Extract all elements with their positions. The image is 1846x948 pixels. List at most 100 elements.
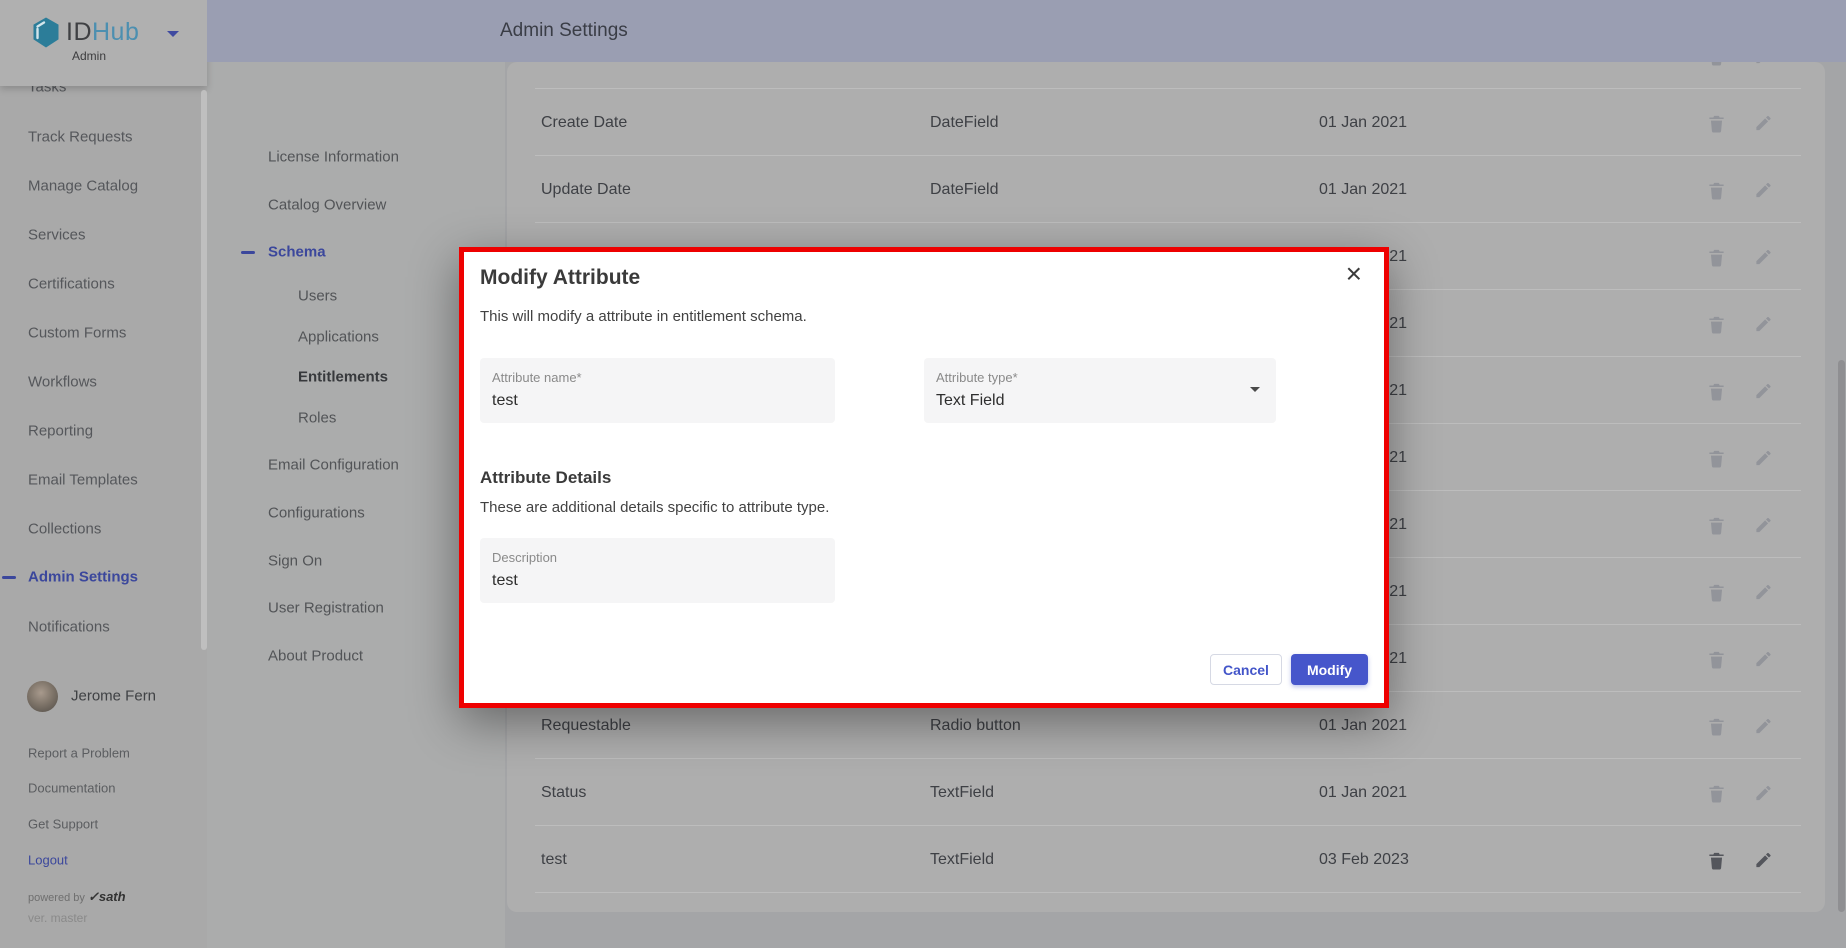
attribute-name-field[interactable]: Attribute name* test [480, 358, 835, 423]
delete-icon[interactable] [1707, 247, 1726, 266]
subnav-item-schema[interactable]: Schema [268, 244, 326, 261]
subnav-item-email-configuration[interactable]: Email Configuration [268, 457, 399, 474]
edit-icon[interactable] [1754, 783, 1773, 802]
sidebar-item-workflows[interactable]: Workflows [28, 374, 97, 391]
attribute-type-cell: TextField [930, 784, 994, 802]
sidebar-item-collections[interactable]: Collections [28, 521, 101, 538]
description-label: Description [492, 550, 823, 565]
edit-icon[interactable] [1754, 515, 1773, 534]
subnav-item-sign-on[interactable]: Sign On [268, 553, 322, 570]
sidebar-item-email-templates[interactable]: Email Templates [28, 472, 138, 489]
row-divider [535, 892, 1801, 893]
edit-icon[interactable] [1754, 247, 1773, 266]
edit-icon[interactable] [1754, 381, 1773, 400]
table-row [507, 62, 1825, 89]
subnav-item-user-registration[interactable]: User Registration [268, 600, 384, 617]
edit-icon[interactable] [1754, 448, 1773, 467]
subnav-item-entitlements[interactable]: Entitlements [298, 369, 388, 386]
sidebar-item-custom-forms[interactable]: Custom Forms [28, 325, 126, 342]
page-title: Admin Settings [500, 0, 628, 62]
brand-title: IDHub [66, 18, 139, 47]
user-avatar [27, 681, 58, 712]
sidebar-item-reporting[interactable]: Reporting [28, 423, 93, 440]
delete-icon[interactable] [1707, 62, 1726, 65]
table-row: Update Date DateField 01 Jan 2021 [507, 156, 1825, 223]
subnav-item-users[interactable]: Users [298, 288, 337, 305]
sidebar-item-certifications[interactable]: Certifications [28, 276, 115, 293]
idhub-logo-icon [32, 16, 60, 54]
attribute-date-cell: 01 Jan 2021 [1319, 717, 1407, 735]
sidebar-item-track-requests[interactable]: Track Requests [28, 129, 132, 146]
attribute-type-cell: DateField [930, 114, 998, 132]
subnav-item-about-product[interactable]: About Product [268, 648, 363, 665]
active-subnav-indicator [241, 251, 255, 254]
attribute-details-heading: Attribute Details [480, 468, 611, 488]
powered-by-text: powered by [28, 892, 85, 904]
attribute-date-cell: 01 Jan 2021 [1319, 114, 1407, 132]
delete-icon[interactable] [1707, 515, 1726, 534]
edit-icon[interactable] [1754, 314, 1773, 333]
close-icon[interactable]: × [1346, 260, 1362, 288]
link-logout[interactable]: Logout [28, 853, 68, 868]
sidebar-item-notifications[interactable]: Notifications [28, 619, 110, 636]
link-get-support[interactable]: Get Support [28, 817, 98, 832]
attribute-type-label: Attribute type* [936, 370, 1264, 385]
sidebar-item-services[interactable]: Services [28, 227, 86, 244]
link-documentation[interactable]: Documentation [28, 781, 115, 796]
table-row: Create Date DateField 01 Jan 2021 [507, 89, 1825, 156]
attribute-name-value: test [492, 392, 823, 410]
edit-icon[interactable] [1754, 649, 1773, 668]
attribute-type-select[interactable]: Attribute type* Text Field [924, 358, 1276, 423]
sidebar-item-manage-catalog[interactable]: Manage Catalog [28, 178, 138, 195]
sidebar-item-admin-settings[interactable]: Admin Settings [28, 569, 138, 586]
edit-icon[interactable] [1754, 582, 1773, 601]
attribute-name-label: Attribute name* [492, 370, 823, 385]
modal-title: Modify Attribute [480, 266, 640, 290]
delete-icon[interactable] [1707, 448, 1726, 467]
attribute-name-cell: test [541, 851, 567, 869]
attribute-type-value: Text Field [936, 392, 1264, 410]
delete-icon[interactable] [1707, 314, 1726, 333]
description-field[interactable]: Description test [480, 538, 835, 603]
attribute-type-cell: Radio button [930, 717, 1021, 735]
edit-icon[interactable] [1754, 716, 1773, 735]
version-label: ver. master [28, 911, 87, 925]
delete-icon[interactable] [1707, 582, 1726, 601]
link-report-a-problem[interactable]: Report a Problem [28, 746, 130, 761]
delete-icon[interactable] [1707, 850, 1726, 869]
delete-icon[interactable] [1707, 649, 1726, 668]
cancel-button[interactable]: Cancel [1210, 654, 1282, 685]
attribute-details-text: These are additional details specific to… [480, 499, 829, 516]
brand-subtitle: Admin [72, 49, 106, 63]
chevron-down-icon [1250, 387, 1260, 397]
subnav-item-applications[interactable]: Applications [298, 329, 379, 346]
sidebar-scrollbar[interactable] [201, 90, 207, 650]
subnav-item-catalog-overview[interactable]: Catalog Overview [268, 197, 386, 214]
attribute-date-cell: 03 Feb 2023 [1319, 851, 1409, 869]
edit-icon[interactable] [1754, 113, 1773, 132]
subnav-item-configurations[interactable]: Configurations [268, 505, 365, 522]
subnav-item-roles[interactable]: Roles [298, 410, 336, 427]
description-value: test [492, 572, 823, 590]
main-scrollbar[interactable] [1838, 360, 1845, 912]
delete-icon[interactable] [1707, 716, 1726, 735]
edit-icon[interactable] [1754, 62, 1773, 65]
delete-icon[interactable] [1707, 783, 1726, 802]
brand-dropdown-caret-icon[interactable] [167, 31, 179, 43]
delete-icon[interactable] [1707, 180, 1726, 199]
modify-button[interactable]: Modify [1291, 654, 1368, 685]
delete-icon[interactable] [1707, 113, 1726, 132]
attribute-name-cell: Create Date [541, 114, 627, 132]
edit-icon[interactable] [1754, 180, 1773, 199]
modify-attribute-modal: Modify Attribute × This will modify a at… [459, 247, 1389, 708]
edit-icon[interactable] [1754, 850, 1773, 869]
delete-icon[interactable] [1707, 381, 1726, 400]
attribute-name-cell: Requestable [541, 717, 631, 735]
table-row: Status TextField 01 Jan 2021 [507, 759, 1825, 826]
attribute-type-cell: TextField [930, 851, 994, 869]
logo-header: IDHub Admin [0, 0, 207, 86]
sath-logo: ✓sath [88, 889, 126, 904]
attribute-date-cell: 01 Jan 2021 [1319, 784, 1407, 802]
modal-subtitle: This will modify a attribute in entitlem… [480, 308, 807, 325]
subnav-item-license-information[interactable]: License Information [268, 149, 399, 166]
